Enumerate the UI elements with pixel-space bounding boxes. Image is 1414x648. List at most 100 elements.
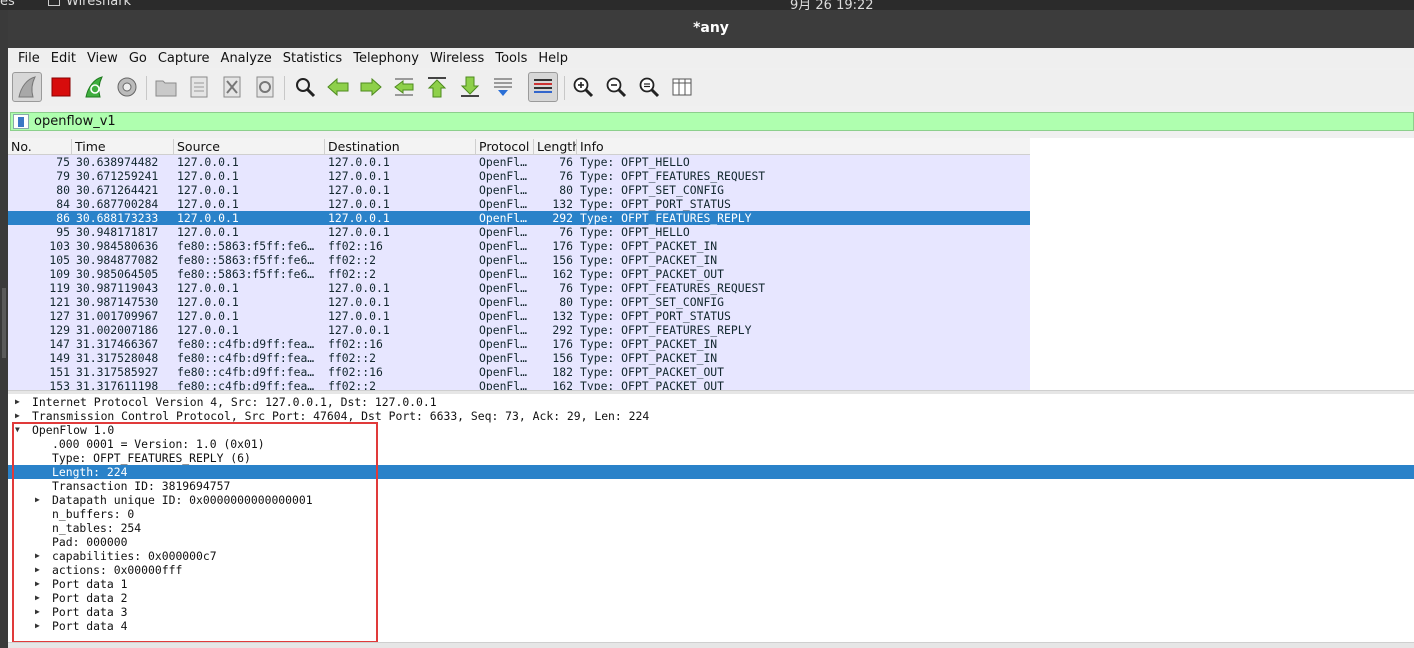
- packet-row[interactable]: 80 30.671264421 127.0.0.1 127.0.0.1 OpenFl… 8…: [8, 183, 1030, 197]
- tree-collapsed-icon[interactable]: ▶: [35, 563, 45, 577]
- zoom-out-button[interactable]: [601, 72, 631, 102]
- packet-row[interactable]: 129 31.002007186 127.0.0.1 127.0.0.1 OpenFl……: [8, 323, 1030, 337]
- menu-telephony[interactable]: Telephony: [353, 51, 419, 66]
- tree-collapsed-icon[interactable]: ▶: [35, 493, 45, 507]
- window-title-bar[interactable]: *any: [8, 10, 1414, 48]
- bookmark-icon: [18, 116, 24, 127]
- packet-details-pane: ▶ Internet Protocol Version 4, Src: 127.0…: [8, 394, 1414, 642]
- detail-tree-label: n_tables: 254: [52, 521, 142, 535]
- column-header-time[interactable]: Time: [72, 139, 174, 155]
- system-app-label[interactable]: Wireshark: [48, 0, 131, 9]
- menu-wireless[interactable]: Wireless: [430, 51, 484, 66]
- detail-tree-item[interactable]: ▶ Port data 4: [8, 619, 1414, 633]
- tree-collapsed-icon[interactable]: ▶: [15, 409, 25, 423]
- restart-capture-button[interactable]: [79, 72, 109, 102]
- zoom-in-button[interactable]: [568, 72, 598, 102]
- packet-row[interactable]: 95 30.948171817 127.0.0.1 127.0.0.1 OpenFl… 7…: [8, 225, 1030, 239]
- detail-tree-item[interactable]: ▼ OpenFlow 1.0: [8, 423, 1414, 437]
- open-file-button[interactable]: [151, 72, 181, 102]
- tree-collapsed-icon[interactable]: ▶: [35, 549, 45, 563]
- packet-row[interactable]: 151 31.317585927 fe80::c4fb:d9ff:fea… ff02:…: [8, 365, 1030, 379]
- detail-tree-item[interactable]: ▶ Port data 3: [8, 605, 1414, 619]
- detail-tree-item[interactable]: ▶ Port data 1: [8, 577, 1414, 591]
- packet-cell-info: Type: OFPT_PORT_STATUS: [580, 197, 731, 211]
- detail-tree-item[interactable]: Pad: 000000: [8, 535, 1414, 549]
- resize-columns-button[interactable]: [667, 72, 697, 102]
- detail-tree-item[interactable]: Transaction ID: 3819694757: [8, 479, 1414, 493]
- packet-row[interactable]: 84 30.687700284 127.0.0.1 127.0.0.1 OpenFl… 1…: [8, 197, 1030, 211]
- tree-collapsed-icon[interactable]: ▶: [35, 619, 45, 633]
- packet-row[interactable]: 149 31.317528048 fe80::c4fb:d9ff:fea… ff02:…: [8, 351, 1030, 365]
- close-file-button[interactable]: [217, 72, 247, 102]
- packet-row[interactable]: 121 30.987147530 127.0.0.1 127.0.0.1 OpenFl……: [8, 295, 1030, 309]
- detail-tree-item[interactable]: ▶ actions: 0x00000fff: [8, 563, 1414, 577]
- display-filter-bar[interactable]: openflow_v1: [10, 112, 1414, 131]
- auto-scroll-button[interactable]: [488, 72, 518, 102]
- go-back-button[interactable]: [323, 72, 353, 102]
- packet-cell-protocol: OpenFl…: [479, 379, 528, 390]
- column-header-info[interactable]: Info: [577, 139, 1030, 155]
- tree-expanded-icon[interactable]: ▼: [15, 423, 25, 437]
- go-forward-button[interactable]: [356, 72, 386, 102]
- column-header-no[interactable]: No.: [8, 139, 72, 155]
- menu-tools[interactable]: Tools: [495, 51, 527, 66]
- display-filter-input[interactable]: openflow_v1: [34, 114, 116, 129]
- packet-cell-length: 176: [552, 337, 573, 351]
- column-header-source[interactable]: Source: [174, 139, 325, 155]
- tree-collapsed-icon[interactable]: ▶: [35, 577, 45, 591]
- packet-row[interactable]: 86 30.688173233 127.0.0.1 127.0.0.1 OpenFl… 2…: [8, 211, 1030, 225]
- reload-file-button[interactable]: [250, 72, 280, 102]
- detail-tree-item[interactable]: ▶ capabilities: 0x000000c7: [8, 549, 1414, 563]
- stop-capture-button[interactable]: [46, 72, 76, 102]
- go-first-packet-button[interactable]: [422, 72, 452, 102]
- packet-row[interactable]: 153 31.317611198 fe80::c4fb:d9ff:fea… ff02:…: [8, 379, 1030, 390]
- go-last-packet-button[interactable]: [455, 72, 485, 102]
- packet-row[interactable]: 75 30.638974482 127.0.0.1 127.0.0.1 OpenFl… 7…: [8, 155, 1030, 169]
- tree-collapsed-icon[interactable]: ▶: [35, 605, 45, 619]
- detail-tree-item[interactable]: .000 0001 = Version: 1.0 (0x01): [8, 437, 1414, 451]
- detail-tree-item[interactable]: ▶ Internet Protocol Version 4, Src: 127.0…: [8, 395, 1414, 409]
- packet-cell-source: 127.0.0.1: [177, 169, 239, 183]
- capture-options-button[interactable]: [112, 72, 142, 102]
- menu-edit[interactable]: Edit: [51, 51, 76, 66]
- packet-cell-source: fe80::5863:f5ff:fe6…: [177, 239, 315, 253]
- packet-row[interactable]: 105 30.984877082 fe80::5863:f5ff:fe6… ff02:…: [8, 253, 1030, 267]
- menu-statistics[interactable]: Statistics: [283, 51, 342, 66]
- packet-cell-destination: 127.0.0.1: [328, 169, 390, 183]
- detail-tree-item[interactable]: ▶ Datapath unique ID: 0x0000000000000001: [8, 493, 1414, 507]
- menu-help[interactable]: Help: [538, 51, 568, 66]
- detail-tree-label: Datapath unique ID: 0x0000000000000001: [52, 493, 313, 507]
- packet-row[interactable]: 127 31.001709967 127.0.0.1 127.0.0.1 OpenFl……: [8, 309, 1030, 323]
- packet-row[interactable]: 147 31.317466367 fe80::c4fb:d9ff:fea… ff02:…: [8, 337, 1030, 351]
- detail-tree-item[interactable]: ▶ Port data 2: [8, 591, 1414, 605]
- start-capture-button[interactable]: [12, 72, 42, 102]
- colorize-button[interactable]: [528, 72, 558, 102]
- menu-view[interactable]: View: [87, 51, 118, 66]
- tree-collapsed-icon[interactable]: ▶: [35, 591, 45, 605]
- packet-cell-info: Type: OFPT_PACKET_OUT: [580, 379, 725, 390]
- packet-row[interactable]: 119 30.987119043 127.0.0.1 127.0.0.1 OpenFl……: [8, 281, 1030, 295]
- detail-tree-item[interactable]: n_buffers: 0: [8, 507, 1414, 521]
- packet-row[interactable]: 109 30.985064505 fe80::5863:f5ff:fe6… ff02:…: [8, 267, 1030, 281]
- packet-row[interactable]: 79 30.671259241 127.0.0.1 127.0.0.1 OpenFl… 7…: [8, 169, 1030, 183]
- find-packet-button[interactable]: [290, 72, 320, 102]
- detail-tree-item[interactable]: n_tables: 254: [8, 521, 1414, 535]
- normal-size-button[interactable]: [634, 72, 664, 102]
- detail-tree-item[interactable]: Length: 224: [8, 465, 1414, 479]
- menu-analyze[interactable]: Analyze: [221, 51, 272, 66]
- packet-row[interactable]: 103 30.984580636 fe80::5863:f5ff:fe6… ff02:…: [8, 239, 1030, 253]
- menu-file[interactable]: File: [18, 51, 40, 66]
- save-file-button[interactable]: [184, 72, 214, 102]
- tree-collapsed-icon[interactable]: ▶: [15, 395, 25, 409]
- detail-tree-item[interactable]: ▶ Transmission Control Protocol, Src Port…: [8, 409, 1414, 423]
- filter-bookmark-button[interactable]: [13, 114, 29, 129]
- column-header-length[interactable]: Length: [534, 139, 577, 155]
- dock-scroll-handle[interactable]: [2, 288, 6, 358]
- column-header-destination[interactable]: Destination: [325, 139, 476, 155]
- pane-splitter-bottom[interactable]: [8, 642, 1414, 648]
- column-header-protocol[interactable]: Protocol: [476, 139, 534, 155]
- detail-tree-item[interactable]: Type: OFPT_FEATURES_REPLY (6): [8, 451, 1414, 465]
- menu-capture[interactable]: Capture: [158, 51, 210, 66]
- go-to-packet-button[interactable]: [389, 72, 419, 102]
- menu-go[interactable]: Go: [129, 51, 147, 66]
